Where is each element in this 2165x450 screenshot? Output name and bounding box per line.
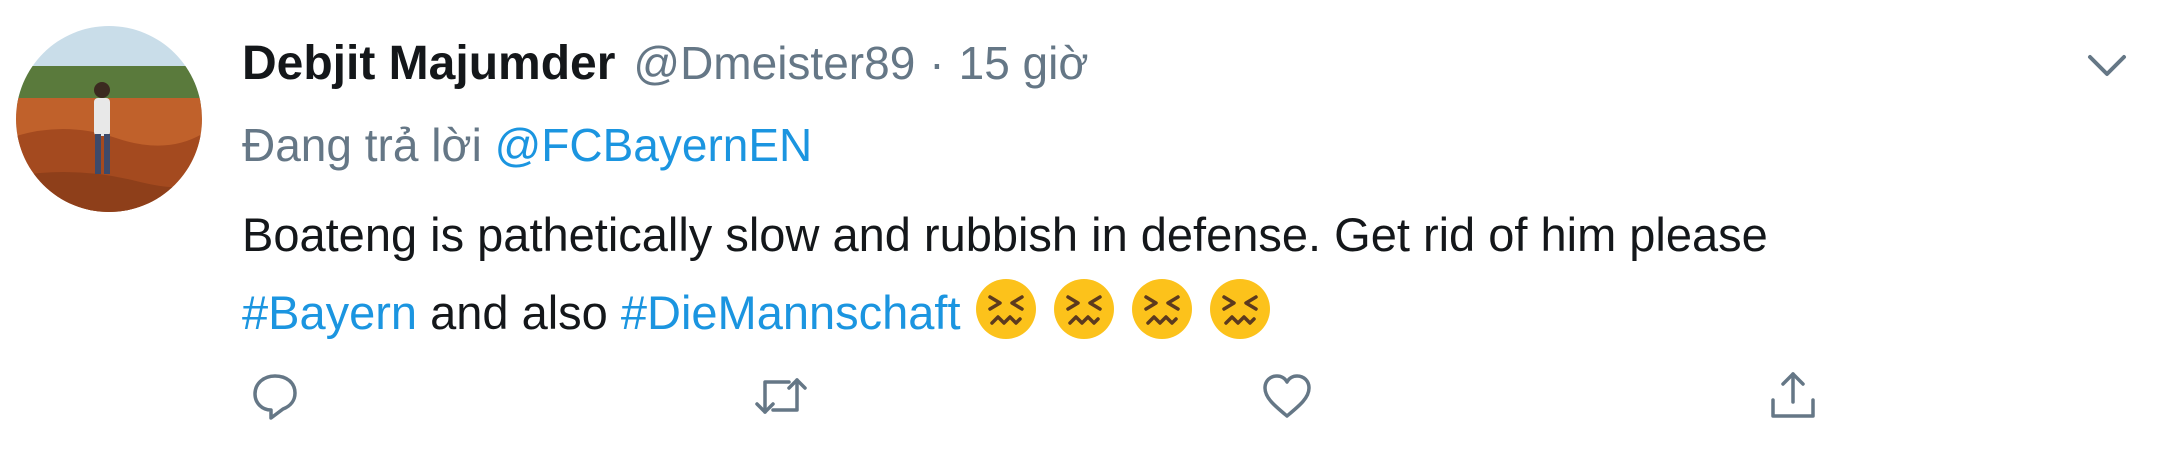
share-button[interactable] <box>1760 365 1826 431</box>
author-name[interactable]: Debjit Majumder <box>242 36 615 91</box>
chevron-down-icon[interactable] <box>2079 38 2135 94</box>
tweet-actions <box>242 365 1942 435</box>
confounded-face-emoji-icon <box>1052 277 1116 341</box>
retweet-button[interactable] <box>748 365 814 431</box>
confounded-face-emoji-icon <box>1130 277 1194 341</box>
replying-to: Đang trả lời @FCBayernEN <box>242 118 812 172</box>
hashtag-link[interactable]: #Bayern <box>242 286 417 339</box>
avatar[interactable] <box>16 26 202 212</box>
author-handle[interactable]: @Dmeister89 <box>633 36 915 90</box>
separator-dot: · <box>929 37 945 89</box>
reply-icon <box>247 368 303 429</box>
replying-to-label: Đang trả lời <box>242 119 482 171</box>
heart-icon <box>1259 368 1315 429</box>
hashtag-link[interactable]: #DieMannschaft <box>621 286 961 339</box>
confounded-face-emoji-icon <box>1208 277 1272 341</box>
tweet-text-line1: Boateng is pathetically slow and rubbish… <box>242 208 1768 261</box>
tweet-header: Debjit Majumder @Dmeister89 · 15 giờ <box>242 28 1089 98</box>
tweet-card[interactable]: Debjit Majumder @Dmeister89 · 15 giờ Đan… <box>0 0 2165 450</box>
replying-to-handle-link[interactable]: @FCBayernEN <box>495 119 813 171</box>
like-button[interactable] <box>1254 365 1320 431</box>
retweet-icon <box>751 368 811 429</box>
tweet-text: Boateng is pathetically slow and rubbish… <box>242 196 2102 352</box>
reply-button[interactable] <box>242 365 308 431</box>
share-icon <box>1765 368 1821 429</box>
confounded-face-emoji-icon <box>974 277 1038 341</box>
timestamp[interactable]: 15 giờ <box>959 36 1089 90</box>
tweet-text-mid: and also <box>430 286 608 339</box>
